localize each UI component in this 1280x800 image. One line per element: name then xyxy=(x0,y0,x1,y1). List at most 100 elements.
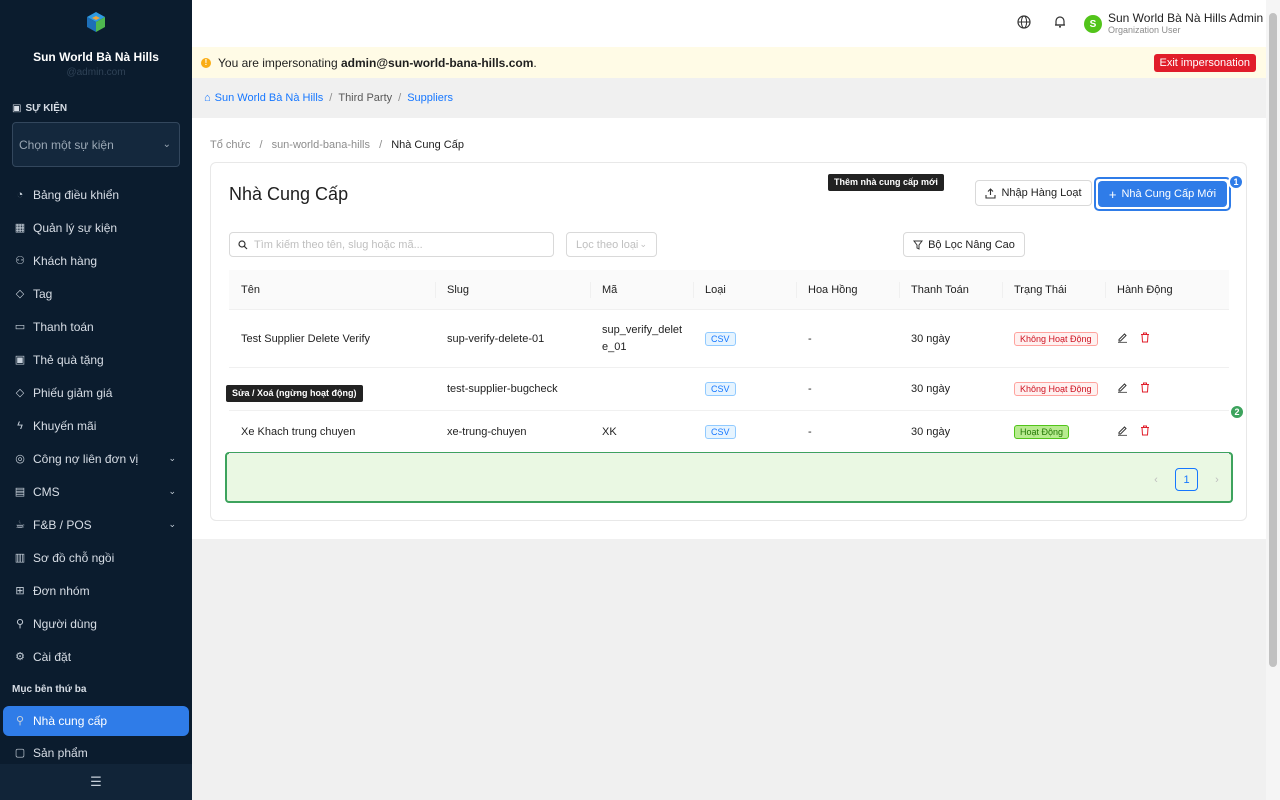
page-scrollbar[interactable] xyxy=(1266,0,1280,800)
sidebar-item-calendar[interactable]: ▦ Quản lý sự kiện xyxy=(0,211,192,244)
sidebar-item-label: Cài đặt xyxy=(33,649,72,664)
pagination: ‹ 1 › xyxy=(1145,468,1228,491)
supplier-slug: sup-verify-delete-01 xyxy=(447,332,545,345)
column-header[interactable]: Mã xyxy=(590,270,693,310)
seatmap-icon: ▥ xyxy=(14,551,26,564)
column-header[interactable]: Hành Động xyxy=(1105,270,1229,310)
search-box[interactable] xyxy=(229,232,554,257)
brand: Sun World Bà Nà Hills @admin.com xyxy=(0,0,192,90)
sidebar-item-label: Nhà cung cấp xyxy=(33,714,108,728)
sidebar-item-label: Sản phẩm xyxy=(33,745,88,760)
supplier-commission: - xyxy=(808,383,812,395)
search-input[interactable] xyxy=(254,238,544,251)
sidebar-item-user[interactable]: ⚲ Người dùng xyxy=(0,607,192,640)
user-icon: ⚲ xyxy=(15,617,25,630)
exit-impersonation-button[interactable]: Exit impersonation xyxy=(1153,54,1256,72)
supplier-status-cell: Không Hoạt Động xyxy=(1002,382,1105,396)
sidebar-item-label: Bảng điều khiển xyxy=(33,187,120,202)
breadcrumb-third-party: Third Party xyxy=(338,92,393,104)
type-filter-select[interactable]: Lọc theo loại ⌄ xyxy=(566,232,657,257)
supplier-payment-terms: 30 ngày xyxy=(911,426,951,438)
sidebar-item-users[interactable]: ⚇ Khách hàng xyxy=(0,244,192,277)
sidebar-item-debt[interactable]: ◎ Công nợ liên đơn vị ⌄ xyxy=(0,442,192,475)
sidebar-nav: ◔ Bảng điều khiển ▦ Quản lý sự kiện ⚇ Khách h… xyxy=(0,178,192,673)
delete-icon[interactable] xyxy=(1140,382,1150,396)
user-name[interactable]: Sun World Bà Nà Hills Admin xyxy=(1108,11,1263,25)
sidebar-item-label: Tag xyxy=(33,286,53,301)
supplier-slug: xe-trung-chuyen xyxy=(447,426,527,438)
status-badge: Không Hoạt Động xyxy=(1014,382,1098,396)
breadcrumb-suppliers[interactable]: Suppliers xyxy=(407,92,453,104)
sidebar-item-fnb[interactable]: ☕ F&B / POS ⌄ xyxy=(0,508,192,541)
page-number-current[interactable]: 1 xyxy=(1175,468,1198,491)
chevron-down-icon: ⌄ xyxy=(168,519,176,529)
supplier-icon: ⚲ xyxy=(15,715,25,727)
sidebar-item-seatmap[interactable]: ▥ Sơ đồ chỗ ngồi xyxy=(0,541,192,574)
edit-icon[interactable] xyxy=(1117,382,1128,396)
sidebar-item-cms[interactable]: ▤ CMS ⌄ xyxy=(0,475,192,508)
column-header[interactable]: Slug xyxy=(435,270,590,310)
collapse-sidebar-button[interactable]: ☰ xyxy=(0,764,192,800)
impersonation-banner: ! You are impersonating admin@sun-world-… xyxy=(192,47,1266,78)
tooltip-edit-delete: Sửa / Xoá (ngừng hoạt động) xyxy=(226,385,363,402)
search-icon xyxy=(238,239,248,249)
actions-group xyxy=(1117,382,1229,396)
sidebar-item-group-order[interactable]: ⊞ Đơn nhóm xyxy=(0,574,192,607)
breadcrumb-org[interactable]: Tổ chức xyxy=(210,139,250,151)
supplier-type-cell: CSV xyxy=(693,331,796,346)
sidebar-item-dashboard[interactable]: ◔ Bảng điều khiển xyxy=(0,178,192,211)
supplier-code: XK xyxy=(602,426,617,438)
sidebar-item-label: Thẻ quà tặng xyxy=(33,352,104,367)
sidebar-item-supplier[interactable]: ⚲ Nhà cung cấp xyxy=(3,706,189,736)
prev-page-button[interactable]: ‹ xyxy=(1145,474,1167,486)
delete-icon[interactable] xyxy=(1140,425,1150,439)
calendar-small-icon: ▣ xyxy=(12,103,22,114)
table-row[interactable]: Test Supplier Delete Verify sup-verify-de… xyxy=(229,310,1229,368)
delete-icon[interactable] xyxy=(1140,332,1150,346)
annotation-badge-1: 1 xyxy=(1228,174,1244,190)
advanced-filter-label: Bộ Lọc Nâng Cao xyxy=(928,238,1015,251)
table-row[interactable]: test-supplier-bugcheck CSV - 30 ngày Không H… xyxy=(229,368,1229,411)
column-header[interactable]: Thanh Toán xyxy=(899,270,1002,310)
sidebar-item-gift[interactable]: ▣ Thẻ quà tặng xyxy=(0,343,192,376)
language-globe-icon[interactable] xyxy=(1016,15,1032,31)
row-actions xyxy=(1105,332,1229,346)
advanced-filter-button[interactable]: Bộ Lọc Nâng Cao xyxy=(903,232,1025,257)
sidebar-item-payment[interactable]: ▭ Thanh toán xyxy=(0,310,192,343)
scrollbar-thumb[interactable] xyxy=(1269,13,1277,667)
edit-icon[interactable] xyxy=(1117,425,1128,439)
row-actions xyxy=(1105,425,1229,439)
column-header[interactable]: Tên xyxy=(229,270,435,310)
edit-icon[interactable] xyxy=(1117,332,1128,346)
breadcrumb-home[interactable]: Sun World Bà Nà Hills xyxy=(215,92,324,104)
column-header[interactable]: Hoa Hồng xyxy=(796,270,899,310)
sidebar-item-label: Đơn nhóm xyxy=(33,583,90,598)
status-badge: Không Hoạt Động xyxy=(1014,331,1098,346)
event-section-label: ▣ SỰ KIỆN xyxy=(12,103,67,114)
breadcrumb-separator: / xyxy=(379,139,383,151)
next-page-button[interactable]: › xyxy=(1206,474,1228,486)
supplier-slug: test-supplier-bugcheck xyxy=(447,383,558,395)
type-filter-placeholder: Lọc theo loại xyxy=(576,238,639,251)
actions-group xyxy=(1117,332,1229,346)
column-header[interactable]: Trạng Thái xyxy=(1002,270,1105,310)
sidebar-item-promotion[interactable]: ϟ Khuyến mãi xyxy=(0,409,192,442)
chevron-down-icon: ⌄ xyxy=(639,239,647,249)
supplier-code-line: e_01 xyxy=(602,340,627,353)
new-supplier-button[interactable]: + Nhà Cung Cấp Mới xyxy=(1098,181,1227,207)
impersonation-prefix: You are impersonating xyxy=(218,55,338,70)
breadcrumb-org-slug[interactable]: sun-world-bana-hills xyxy=(272,139,370,151)
bulk-import-button[interactable]: Nhập Hàng Loạt xyxy=(975,180,1092,206)
table-row[interactable]: Xe Khach trung chuyen xe-trung-chuyen XK CS… xyxy=(229,411,1229,454)
event-select[interactable]: Chọn một sự kiện ⌄ xyxy=(12,122,180,167)
column-header[interactable]: Loại xyxy=(693,270,796,310)
sidebar-item-coupon[interactable]: ◇ Phiếu giảm giá xyxy=(0,376,192,409)
chevron-down-icon: ⌄ xyxy=(162,139,171,150)
home-icon: ⌂ xyxy=(204,92,211,104)
type-tag: CSV xyxy=(705,425,736,439)
avatar[interactable]: S xyxy=(1084,15,1102,33)
brand-subtitle: @admin.com xyxy=(66,67,126,78)
notification-bell-icon[interactable] xyxy=(1052,15,1068,31)
sidebar-item-settings[interactable]: ⚙ Cài đặt xyxy=(0,640,192,673)
sidebar-item-tag[interactable]: ◇ Tag xyxy=(0,277,192,310)
